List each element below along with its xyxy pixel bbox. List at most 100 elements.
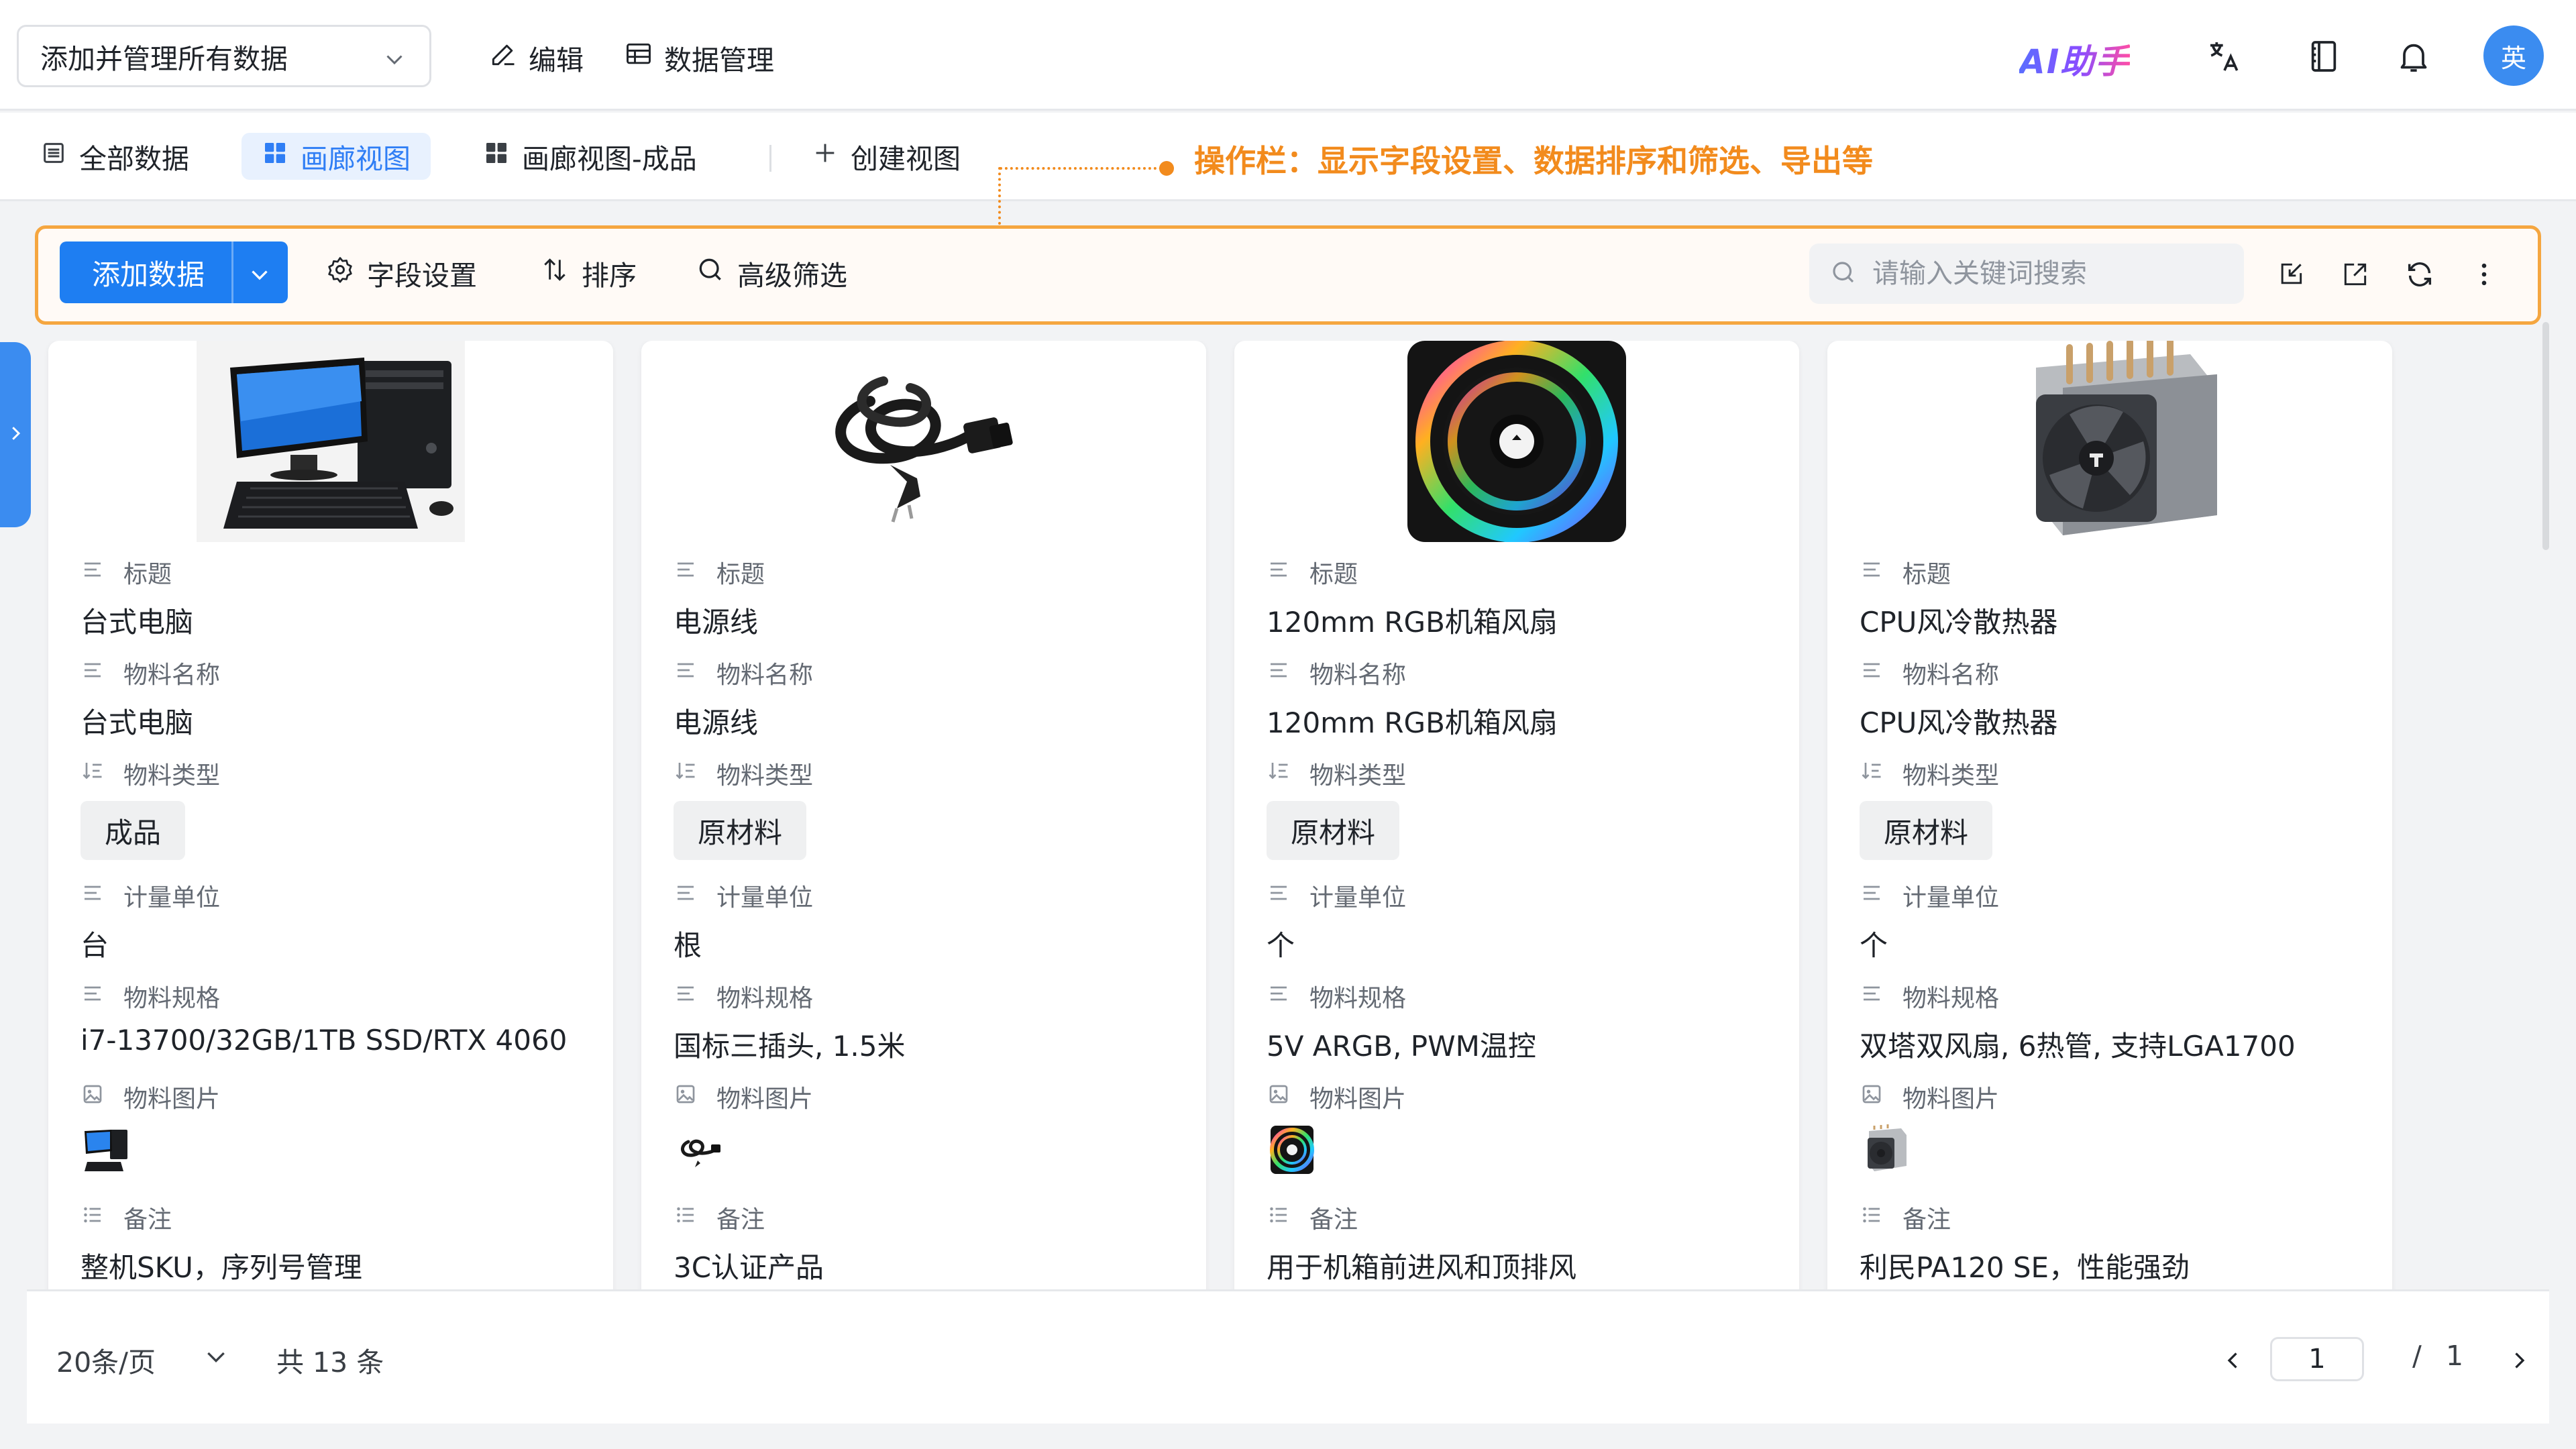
data-management-button[interactable]: 数据管理	[624, 36, 774, 79]
list-field-icon	[674, 1203, 698, 1233]
more-vertical-icon[interactable]	[2465, 256, 2503, 293]
page-number-input[interactable]	[2270, 1337, 2364, 1381]
field-label-text: 物料类型	[716, 762, 814, 790]
field-label-material-type: 物料类型	[80, 757, 220, 790]
field-label-text: 物料规格	[716, 985, 814, 1012]
field-label-unit: 计量单位	[80, 879, 220, 912]
field-label-title: 标题	[80, 555, 172, 589]
card-remark: 整机SKU，序列号管理	[80, 1251, 362, 1284]
field-settings-button[interactable]: 字段设置	[325, 254, 477, 292]
field-label-text: 备注	[123, 1206, 172, 1234]
text-field-icon	[674, 557, 698, 588]
advanced-filter-label: 高级筛选	[737, 260, 847, 292]
field-label-remark: 备注	[674, 1201, 765, 1234]
text-field-icon	[80, 981, 105, 1012]
scrollbar[interactable]	[2542, 322, 2549, 550]
page-size-label: 20条/页	[56, 1346, 156, 1379]
field-label-image: 物料图片	[674, 1080, 813, 1114]
gallery-card[interactable]: 标题 120mm RGB机箱风扇 物料名称 120mm RGB机箱风扇 物料类型…	[1234, 341, 1799, 1289]
chevron-down-icon[interactable]	[248, 260, 272, 293]
edit-button[interactable]: 编辑	[488, 36, 584, 79]
card-unit: 个	[1860, 929, 1888, 962]
create-view-button[interactable]: 创建视图	[792, 133, 981, 180]
card-spec: 双塔双风扇, 6热管, 支持LGA1700	[1860, 1030, 2296, 1063]
search-input[interactable]	[1872, 258, 2235, 289]
image-field-icon	[1267, 1082, 1291, 1112]
advanced-filter-button[interactable]: 高级筛选	[696, 254, 847, 292]
pencil-icon	[488, 40, 518, 76]
field-label-text: 物料图片	[1902, 1085, 2000, 1113]
export-icon[interactable]	[2337, 256, 2374, 293]
text-field-icon	[674, 981, 698, 1012]
power-cable-image	[790, 341, 1058, 542]
sort-label: 排序	[582, 260, 637, 292]
text-field-icon	[80, 557, 105, 588]
gallery-card[interactable]: 标题 台式电脑 物料名称 台式电脑 物料类型 成品 计量单位 台 物料规格 i7…	[48, 341, 613, 1289]
field-label-remark: 备注	[1860, 1201, 1951, 1234]
gallery-card[interactable]: 标题 电源线 物料名称 电源线 物料类型 原材料 计量单位 根 物料规格 国标三…	[641, 341, 1206, 1289]
field-label-text: 计量单位	[716, 884, 814, 912]
field-label-title: 标题	[674, 555, 765, 589]
list-field-icon	[1860, 1203, 1884, 1233]
field-label-text: 物料名称	[716, 661, 814, 689]
card-title: 120mm RGB机箱风扇	[1267, 606, 1558, 639]
field-label-text: 计量单位	[1902, 884, 2000, 912]
text-field-icon	[674, 658, 698, 688]
image-field-icon	[1860, 1082, 1884, 1112]
field-label-text: 备注	[716, 1206, 765, 1234]
action-toolbar: 添加数据 字段设置 排序 高级筛选	[35, 225, 2541, 325]
chevron-right-icon[interactable]	[2502, 1344, 2536, 1377]
material-image-thumbnail[interactable]	[80, 1124, 131, 1175]
text-field-icon	[674, 881, 698, 911]
card-title: CPU风冷散热器	[1860, 606, 2058, 639]
avatar[interactable]: 英	[2483, 25, 2544, 86]
ai-assistant-button[interactable]: AI助手	[2019, 35, 2130, 83]
material-type-tag: 成品	[80, 801, 186, 860]
material-image-thumbnail[interactable]	[1267, 1124, 1318, 1175]
import-icon[interactable]	[2272, 256, 2310, 293]
material-type-tag: 原材料	[674, 801, 807, 860]
field-label-material-type: 物料类型	[674, 757, 813, 790]
rgb-case-fan-image	[1399, 341, 1634, 542]
sort-button[interactable]: 排序	[540, 254, 637, 292]
select-field-icon	[1267, 759, 1291, 789]
refresh-icon[interactable]	[2401, 256, 2438, 293]
tab-gallery-view[interactable]: 画廊视图	[241, 133, 431, 180]
tab-gallery-finished[interactable]: 画廊视图-成品	[463, 133, 717, 180]
field-label-text: 物料名称	[1902, 661, 2000, 689]
field-label-remark: 备注	[1267, 1201, 1358, 1234]
add-data-button[interactable]: 添加数据	[60, 241, 288, 303]
app-select-dropdown[interactable]: 添加并管理所有数据	[17, 25, 431, 87]
card-image	[48, 341, 613, 542]
list-field-icon	[80, 1203, 105, 1233]
chevron-down-icon	[203, 1343, 229, 1377]
field-label-text: 标题	[1309, 561, 1358, 588]
page-size-select[interactable]: 20条/页	[56, 1340, 229, 1380]
chevron-left-icon[interactable]	[2216, 1344, 2250, 1377]
field-label-text: 标题	[1902, 561, 1951, 588]
field-label-unit: 计量单位	[1267, 879, 1406, 912]
translate-icon[interactable]	[2203, 35, 2246, 78]
page-separator: /	[2412, 1340, 2422, 1372]
bell-icon[interactable]	[2392, 35, 2435, 78]
material-image-thumbnail[interactable]	[1860, 1124, 1911, 1175]
field-label-text: 物料图片	[123, 1085, 221, 1113]
material-image-thumbnail[interactable]	[674, 1124, 724, 1175]
field-label-text: 物料图片	[1309, 1085, 1407, 1113]
field-label-material-name: 物料名称	[1267, 656, 1406, 690]
field-label-title: 标题	[1267, 555, 1358, 589]
field-label-text: 备注	[1309, 1206, 1358, 1234]
card-image	[1827, 341, 2392, 542]
book-icon[interactable]	[2302, 35, 2345, 78]
card-unit: 根	[674, 929, 702, 962]
gallery-card[interactable]: 标题 CPU风冷散热器 物料名称 CPU风冷散热器 物料类型 原材料 计量单位 …	[1827, 341, 2392, 1289]
field-label-material-name: 物料名称	[80, 656, 220, 690]
table-icon	[624, 40, 653, 76]
field-label-text: 物料规格	[1309, 985, 1407, 1012]
text-field-icon	[80, 881, 105, 911]
tab-all-data-label: 全部数据	[79, 143, 189, 175]
field-label-material-type: 物料类型	[1860, 757, 1999, 790]
tab-all-data[interactable]: 全部数据	[20, 133, 209, 180]
field-label-text: 物料规格	[123, 985, 221, 1012]
field-label-text: 物料类型	[123, 762, 221, 790]
